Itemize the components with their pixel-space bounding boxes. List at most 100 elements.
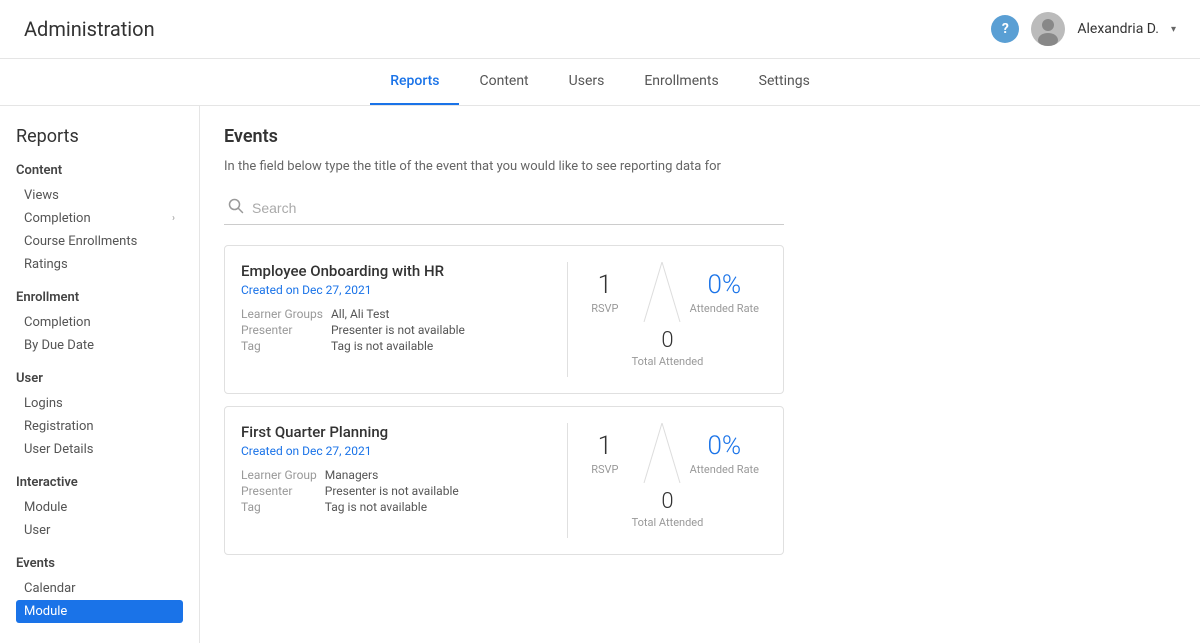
help-icon[interactable]: ? xyxy=(991,15,1019,43)
total-attended-value: 0 xyxy=(632,489,704,514)
event-meta: Learner Group Managers Presenter Present… xyxy=(241,468,547,514)
rsvp-label: RSVP xyxy=(591,302,618,315)
sidebar-title: Reports xyxy=(16,126,183,147)
app-title: Administration xyxy=(24,17,155,41)
sidebar-item-interactive-user[interactable]: User xyxy=(16,519,183,542)
total-attended-block: 0 Total Attended xyxy=(632,487,704,538)
sidebar-item-by-due-date[interactable]: By Due Date xyxy=(16,334,183,357)
learner-groups-value: All, Ali Test xyxy=(331,307,547,321)
tab-users[interactable]: Users xyxy=(549,59,625,105)
tab-reports[interactable]: Reports xyxy=(370,59,459,105)
avatar xyxy=(1031,12,1065,46)
header-right: ? Alexandria D. ▾ xyxy=(991,12,1176,46)
rsvp-label: RSVP xyxy=(591,463,618,476)
sidebar-item-module[interactable]: Module xyxy=(16,600,183,623)
sidebar-item-label: Course Enrollments xyxy=(24,234,137,249)
event-info: First Quarter Planning Created on Dec 27… xyxy=(241,423,547,514)
attended-rate-value: 0% xyxy=(690,270,759,300)
tag-label: Tag xyxy=(241,339,323,353)
search-container xyxy=(224,192,784,225)
learner-groups-label: Learner Groups xyxy=(241,307,323,321)
presenter-label: Presenter xyxy=(241,484,317,498)
sidebar-item-logins[interactable]: Logins xyxy=(16,392,183,415)
tag-value: Tag is not available xyxy=(325,500,547,514)
sidebar-item-label: Ratings xyxy=(24,257,68,272)
v-divider-svg xyxy=(642,262,682,322)
sidebar-item-interactive-module[interactable]: Module xyxy=(16,496,183,519)
sidebar-item-registration[interactable]: Registration xyxy=(16,415,183,438)
attended-rate-value: 0% xyxy=(690,431,759,461)
search-icon xyxy=(228,198,244,218)
sidebar-item-ratings[interactable]: Ratings xyxy=(16,253,183,276)
page-title: Events xyxy=(224,126,1176,147)
tag-value: Tag is not available xyxy=(331,339,547,353)
event-title: Employee Onboarding with HR xyxy=(241,262,547,280)
attended-rate-block: 0% Attended Rate xyxy=(682,262,767,320)
sidebar-item-label: Registration xyxy=(24,419,94,434)
sidebar-item-views[interactable]: Views xyxy=(16,184,183,207)
learner-groups-value: Managers xyxy=(325,468,547,482)
rsvp-block: 1 RSVP xyxy=(568,423,642,481)
tab-content[interactable]: Content xyxy=(459,59,548,105)
sidebar-item-label: Completion xyxy=(24,211,91,226)
app-header: Administration ? Alexandria D. ▾ xyxy=(0,0,1200,59)
rsvp-block: 1 RSVP xyxy=(568,262,642,320)
sidebar-section-user: User xyxy=(16,371,183,386)
sidebar-section-events: Events xyxy=(16,556,183,571)
sidebar-item-label: By Due Date xyxy=(24,338,94,353)
user-menu-chevron[interactable]: ▾ xyxy=(1171,24,1176,35)
chevron-right-icon: › xyxy=(172,213,175,224)
sidebar-section-content: Content xyxy=(16,163,183,178)
sidebar-item-label: User xyxy=(24,523,50,538)
attended-rate-label: Attended Rate xyxy=(690,463,759,476)
sidebar-item-label: Views xyxy=(24,188,59,203)
search-input[interactable] xyxy=(252,200,780,216)
sidebar-item-user-details[interactable]: User Details xyxy=(16,438,183,461)
sidebar-item-label: Module xyxy=(24,604,67,619)
top-nav: Reports Content Users Enrollments Settin… xyxy=(0,59,1200,106)
tag-label: Tag xyxy=(241,500,317,514)
total-attended-label: Total Attended xyxy=(632,355,704,368)
event-card-1: First Quarter Planning Created on Dec 27… xyxy=(224,406,784,555)
event-title: First Quarter Planning xyxy=(241,423,547,441)
tab-settings[interactable]: Settings xyxy=(739,59,830,105)
sidebar-section-interactive: Interactive xyxy=(16,475,183,490)
stats-section: 1 RSVP 0% Attended Rate 0 Total Attended xyxy=(567,423,767,538)
attended-rate-label: Attended Rate xyxy=(690,302,759,315)
learner-groups-label: Learner Group xyxy=(241,468,317,482)
total-attended-value: 0 xyxy=(632,328,704,353)
event-info: Employee Onboarding with HR Created on D… xyxy=(241,262,547,353)
event-card-inner: Employee Onboarding with HR Created on D… xyxy=(241,262,767,377)
rsvp-value: 1 xyxy=(576,270,634,300)
v-shape-divider xyxy=(642,262,682,326)
stats-section: 1 RSVP 0% Attended Rate 0 Total Attended xyxy=(567,262,767,377)
sidebar-item-enrollment-completion[interactable]: Completion xyxy=(16,311,183,334)
sidebar: Reports Content Views Completion › Cours… xyxy=(0,106,200,643)
event-date: Created on Dec 27, 2021 xyxy=(241,283,547,297)
event-date: Created on Dec 27, 2021 xyxy=(241,444,547,458)
event-meta: Learner Groups All, Ali Test Presenter P… xyxy=(241,307,547,353)
sidebar-item-label: User Details xyxy=(24,442,93,457)
main-layout: Reports Content Views Completion › Cours… xyxy=(0,106,1200,643)
event-card-inner: First Quarter Planning Created on Dec 27… xyxy=(241,423,767,538)
event-list: Employee Onboarding with HR Created on D… xyxy=(224,245,1176,555)
user-name[interactable]: Alexandria D. xyxy=(1077,21,1159,37)
v-shape-divider xyxy=(642,423,682,487)
presenter-label: Presenter xyxy=(241,323,323,337)
total-attended-label: Total Attended xyxy=(632,516,704,529)
sidebar-item-calendar[interactable]: Calendar xyxy=(16,577,183,600)
rsvp-value: 1 xyxy=(576,431,634,461)
sidebar-item-label: Module xyxy=(24,500,67,515)
page-description: In the field below type the title of the… xyxy=(224,159,1176,174)
sidebar-item-course-enrollments[interactable]: Course Enrollments xyxy=(16,230,183,253)
sidebar-item-label: Completion xyxy=(24,315,91,330)
sidebar-item-completion[interactable]: Completion › xyxy=(16,207,183,230)
content-area: Events In the field below type the title… xyxy=(200,106,1200,643)
attended-rate-block: 0% Attended Rate xyxy=(682,423,767,481)
presenter-value: Presenter is not available xyxy=(331,323,547,337)
event-card-0: Employee Onboarding with HR Created on D… xyxy=(224,245,784,394)
tab-enrollments[interactable]: Enrollments xyxy=(624,59,738,105)
sidebar-item-label: Calendar xyxy=(24,581,76,596)
sidebar-section-enrollment: Enrollment xyxy=(16,290,183,305)
sidebar-item-label: Logins xyxy=(24,396,63,411)
